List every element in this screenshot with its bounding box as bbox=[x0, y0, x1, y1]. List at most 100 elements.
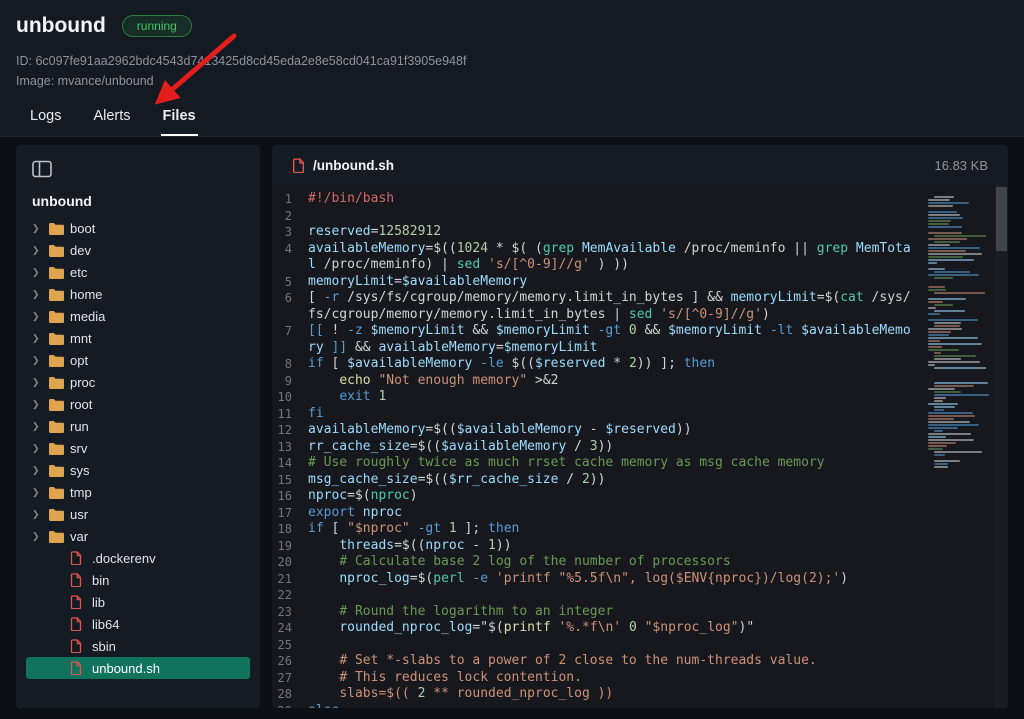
chevron-right-icon: ❯ bbox=[32, 421, 48, 432]
minimap[interactable] bbox=[923, 185, 995, 708]
tree-item-lib[interactable]: lib bbox=[26, 591, 250, 613]
minimap-row bbox=[934, 463, 948, 465]
minimap-row bbox=[926, 295, 992, 297]
tree-item-label: sys bbox=[70, 463, 90, 478]
tree-item-var[interactable]: ❯var bbox=[26, 525, 250, 547]
line-number: 7 bbox=[272, 323, 308, 356]
minimap-row bbox=[928, 268, 945, 270]
code-line: 6[ -r /sys/fs/cgroup/memory/memory.limit… bbox=[272, 290, 923, 323]
code-line: 17export nproc bbox=[272, 505, 923, 522]
tree-item-label: dev bbox=[70, 243, 91, 258]
chevron-right-icon: ❯ bbox=[32, 333, 48, 344]
minimap-row bbox=[928, 238, 967, 240]
line-number: 14 bbox=[272, 455, 308, 472]
code-line: 18if [ "$nproc" -gt 1 ]; then bbox=[272, 521, 923, 538]
tree-item-media[interactable]: ❯media bbox=[26, 305, 250, 327]
tree-item-opt[interactable]: ❯opt bbox=[26, 349, 250, 371]
tree-item-bin[interactable]: bin bbox=[26, 569, 250, 591]
folder-icon bbox=[48, 244, 70, 257]
tree-item-.dockerenv[interactable]: .dockerenv bbox=[26, 547, 250, 569]
page-title: unbound bbox=[16, 14, 106, 38]
folder-icon bbox=[48, 288, 70, 301]
minimap-row bbox=[934, 367, 986, 369]
tab-files[interactable]: Files bbox=[161, 104, 198, 136]
tree-item-label: tmp bbox=[70, 485, 92, 500]
minimap-row bbox=[928, 340, 940, 342]
tree-item-label: root bbox=[70, 397, 92, 412]
minimap-row bbox=[934, 382, 988, 384]
minimap-row bbox=[934, 454, 945, 456]
tree-item-boot[interactable]: ❯boot bbox=[26, 217, 250, 239]
tree-item-sys[interactable]: ❯sys bbox=[26, 459, 250, 481]
minimap-row bbox=[934, 277, 953, 279]
line-number: 22 bbox=[272, 587, 308, 604]
code-text: ​ bbox=[308, 637, 923, 654]
minimap-row bbox=[928, 214, 960, 216]
sidebar-toggle-button[interactable] bbox=[32, 157, 58, 181]
minimap-row bbox=[928, 307, 936, 309]
line-number: 21 bbox=[272, 571, 308, 588]
tab-alerts[interactable]: Alerts bbox=[91, 104, 132, 136]
tree-item-srv[interactable]: ❯srv bbox=[26, 437, 250, 459]
code-line: 28 slabs=$(( 2 ** rounded_nproc_log )) bbox=[272, 686, 923, 703]
code-text: nproc=$(nproc) bbox=[308, 488, 923, 505]
minimap-row bbox=[934, 358, 961, 360]
tree-item-mnt[interactable]: ❯mnt bbox=[26, 327, 250, 349]
code-line: 7[[ ! -z $memoryLimit && $memoryLimit -g… bbox=[272, 323, 923, 356]
line-number: 10 bbox=[272, 389, 308, 406]
minimap-row bbox=[928, 289, 946, 291]
minimap-row bbox=[926, 283, 992, 285]
tree-item-tmp[interactable]: ❯tmp bbox=[26, 481, 250, 503]
code-line: 21 nproc_log=$(perl -e 'printf "%5.5f\n"… bbox=[272, 571, 923, 588]
tree-item-dev[interactable]: ❯ dev bbox=[26, 239, 250, 261]
chevron-right-icon: ❯ bbox=[32, 509, 48, 520]
minimap-row bbox=[934, 355, 976, 357]
code-line: 4availableMemory=$((1024 * $( (grep MemA… bbox=[272, 241, 923, 274]
scrollbar[interactable] bbox=[995, 185, 1008, 708]
code-line: 15msg_cache_size=$(($rr_cache_size / 2)) bbox=[272, 472, 923, 489]
code-text: echo "Not enough memory" >&2 bbox=[308, 373, 923, 390]
code-line: 3reserved=12582912 bbox=[272, 224, 923, 241]
file-tree: ❯boot❯dev❯etc❯home❯media❯mnt❯opt❯proc❯ro… bbox=[26, 217, 254, 679]
code-text: rr_cache_size=$(($availableMemory / 3)) bbox=[308, 439, 923, 456]
code-line: 16nproc=$(nproc) bbox=[272, 488, 923, 505]
tree-item-lib64[interactable]: lib64 bbox=[26, 613, 250, 635]
line-number: 1 bbox=[272, 191, 308, 208]
scrollbar-thumb[interactable] bbox=[996, 187, 1007, 251]
file-tree-panel: unbound ❯boot❯dev❯etc❯home❯media❯mnt❯opt… bbox=[16, 145, 260, 708]
minimap-row bbox=[928, 436, 946, 438]
minimap-row bbox=[926, 193, 992, 195]
minimap-row bbox=[926, 280, 992, 282]
line-number: 27 bbox=[272, 670, 308, 687]
container-image: Image: mvance/unbound bbox=[16, 74, 1008, 88]
code-editor[interactable]: 1#!/bin/bash2​3reserved=125829124availab… bbox=[272, 185, 1008, 708]
line-number: 4 bbox=[272, 241, 308, 274]
line-number: 25 bbox=[272, 637, 308, 654]
minimap-row bbox=[934, 271, 970, 273]
line-number: 3 bbox=[272, 224, 308, 241]
minimap-row bbox=[928, 226, 962, 228]
minimap-row bbox=[928, 259, 974, 261]
line-number: 6 bbox=[272, 290, 308, 323]
tree-item-sbin[interactable]: sbin bbox=[26, 635, 250, 657]
tree-item-run[interactable]: ❯run bbox=[26, 415, 250, 437]
tree-item-root[interactable]: ❯root bbox=[26, 393, 250, 415]
tree-item-home[interactable]: ❯home bbox=[26, 283, 250, 305]
tree-item-proc[interactable]: ❯proc bbox=[26, 371, 250, 393]
minimap-row bbox=[928, 262, 937, 264]
tree-item-label: etc bbox=[70, 265, 87, 280]
tree-item-etc[interactable]: ❯etc bbox=[26, 261, 250, 283]
tree-item-label: home bbox=[70, 287, 103, 302]
folder-icon bbox=[48, 420, 70, 433]
tab-logs[interactable]: Logs bbox=[28, 104, 63, 136]
chevron-right-icon: ❯ bbox=[32, 443, 48, 454]
tabs: Logs Alerts Files bbox=[16, 104, 1008, 136]
code-line: 2​ bbox=[272, 208, 923, 225]
minimap-row bbox=[934, 460, 960, 462]
tree-item-usr[interactable]: ❯usr bbox=[26, 503, 250, 525]
chevron-right-icon: ❯ bbox=[32, 245, 48, 256]
minimap-row bbox=[928, 415, 975, 417]
minimap-row bbox=[934, 394, 989, 396]
tree-item-unbound.sh[interactable]: unbound.sh bbox=[26, 657, 250, 679]
code-text: else bbox=[308, 703, 923, 709]
